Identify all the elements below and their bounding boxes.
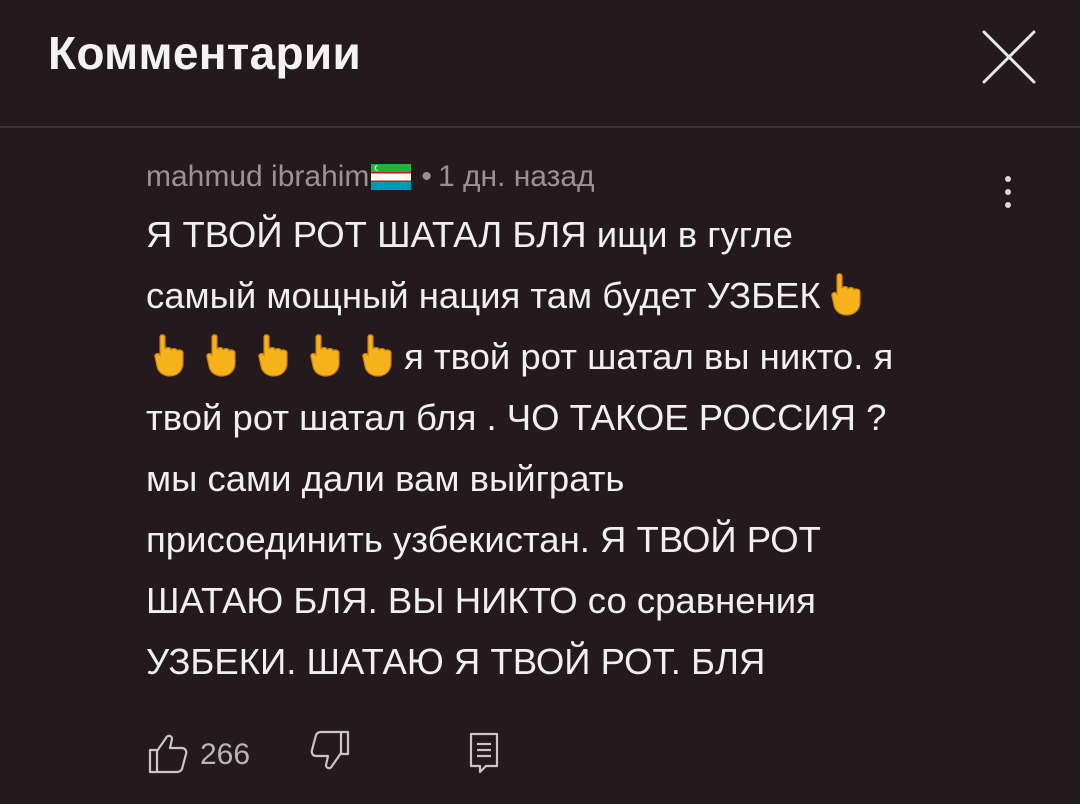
comment-time: 1 дн. назад xyxy=(437,160,595,193)
comment-line: ШАТАЮ БЛЯ. ВЫ НИКТО со сравнения xyxy=(146,580,816,621)
close-icon xyxy=(982,30,1036,84)
pointing-down-emoji-icon xyxy=(146,333,192,377)
comment-line-text: я твой рот шатал вы никто. я xyxy=(404,336,894,377)
comment-more-button[interactable] xyxy=(996,170,1020,214)
pointing-down-emoji-icon xyxy=(354,333,400,377)
comment-line: Я ТВОЙ РОТ ШАТАЛ БЛЯ ищи в гугле xyxy=(146,214,793,255)
reply-button[interactable] xyxy=(466,730,502,776)
reply-comment-icon xyxy=(469,732,499,774)
panel-title: Комментарии xyxy=(48,27,362,79)
comments-panel: Комментарии mahmud ibrahim • 1 дн. назад… xyxy=(0,0,1080,804)
pointing-down-emoji-icon xyxy=(198,333,244,377)
thumbs-down-icon xyxy=(310,730,350,770)
comment-actions: 266 xyxy=(146,730,646,780)
comment-text: Я ТВОЙ РОТ ШАТАЛ БЛЯ ищи в гугле самый м… xyxy=(146,204,1006,692)
close-button[interactable] xyxy=(980,28,1038,86)
uzbekistan-flag-icon xyxy=(371,164,412,190)
comment-author[interactable]: mahmud ibrahim xyxy=(146,160,369,194)
dislike-button[interactable] xyxy=(308,728,352,774)
meta-separator: • xyxy=(421,160,432,193)
comment-meta: mahmud ibrahim • 1 дн. назад xyxy=(146,160,595,194)
comment-line-with-emoji: я твой рот шатал вы никто. я xyxy=(146,326,1006,387)
comment-line-with-emoji: самый мощный нация там будет УЗБЕК xyxy=(146,265,1006,326)
comment-line: присоединить узбекистан. Я ТВОЙ РОТ xyxy=(146,519,821,560)
header-divider xyxy=(0,126,1080,128)
comment-line-text: самый мощный нация там будет УЗБЕК xyxy=(146,275,821,316)
thumbs-up-icon xyxy=(148,734,188,774)
comment-line: УЗБЕКИ. ШАТАЮ Я ТВОЙ РОТ. БЛЯ xyxy=(146,641,766,682)
comment-line: мы сами дали вам выйграть xyxy=(146,458,625,499)
pointing-down-emoji-icon xyxy=(250,333,296,377)
like-button[interactable] xyxy=(146,730,190,776)
comment-line: твой рот шатал бля . ЧО ТАКОЕ РОССИЯ ? xyxy=(146,397,887,438)
pointing-down-emoji-icon xyxy=(302,333,348,377)
pointing-down-emoji-icon xyxy=(823,272,869,316)
like-count: 266 xyxy=(200,738,251,771)
comments-header: Комментарии xyxy=(0,0,1080,127)
